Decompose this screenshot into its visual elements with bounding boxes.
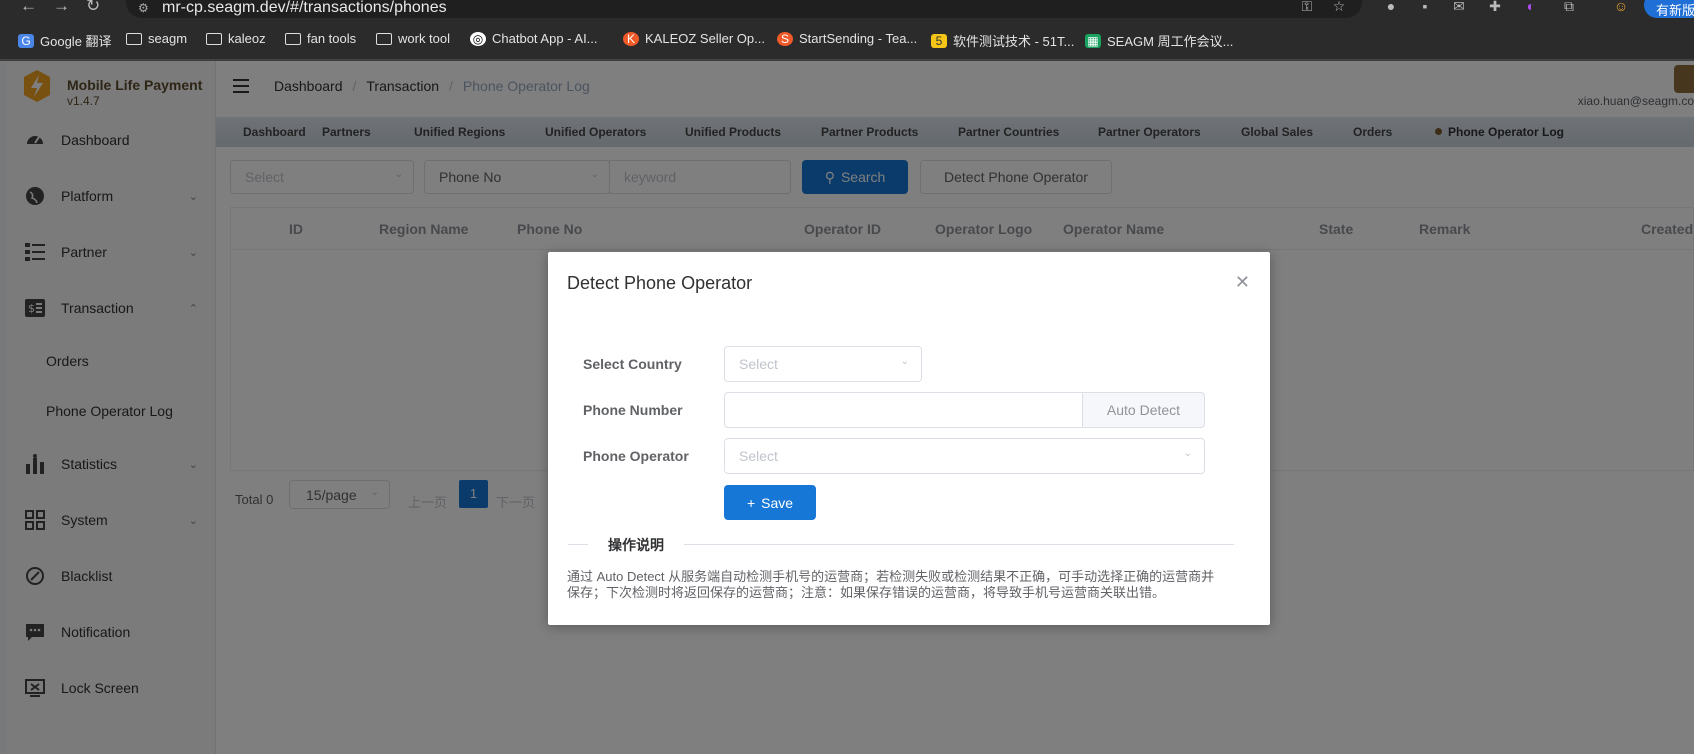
password-key-icon[interactable]: ⚿ xyxy=(1298,0,1316,14)
chevron-down-icon: ⌄ xyxy=(900,356,909,367)
chatbot-icon: ◎ xyxy=(470,31,486,46)
startsending-icon: S xyxy=(777,31,793,46)
bookmark-work-tool[interactable]: work tool xyxy=(376,31,450,46)
sheet-icon: ▦ xyxy=(1085,33,1101,48)
extensions-puzzle-icon[interactable]: ⧉ xyxy=(1560,0,1578,14)
bookmark-fan-tools[interactable]: fan tools xyxy=(285,31,356,46)
reload-icon[interactable]: ↻ xyxy=(86,0,100,16)
instructions-title: 操作说明 xyxy=(588,535,684,555)
google-translate-icon: G xyxy=(18,33,34,48)
bookmark-kaleoz[interactable]: kaleoz xyxy=(206,31,266,46)
extension-icon[interactable]: ◐ xyxy=(1522,0,1540,14)
51t-icon: 5 xyxy=(931,33,947,48)
bookmark-startsending[interactable]: S StartSending - Tea... xyxy=(777,31,917,46)
address-bar[interactable]: ⚙ mr-cp.seagm.dev/#/transactions/phones xyxy=(126,0,1362,18)
folder-icon xyxy=(376,32,392,45)
url-text: mr-cp.seagm.dev/#/transactions/phones xyxy=(162,0,447,16)
country-select[interactable]: Select ⌄ xyxy=(724,346,922,382)
browser-toolbar: ← → ↻ ⚙ mr-cp.seagm.dev/#/transactions/p… xyxy=(0,0,1694,20)
mail-icon[interactable]: ✉ xyxy=(1450,0,1468,14)
phone-operator-select[interactable]: Select ⌄ xyxy=(724,438,1205,474)
dialog-title: Detect Phone Operator xyxy=(567,273,753,293)
bookmark-seagm-weekly[interactable]: ▦ SEAGM 周工作会议... xyxy=(1085,31,1233,50)
bookmark-chatbot[interactable]: ◎ Chatbot App - AI... xyxy=(470,31,598,46)
close-icon[interactable]: ✕ xyxy=(1235,272,1250,293)
browser-update-button[interactable]: 有新版 xyxy=(1644,0,1694,18)
instructions-text: 通过 Auto Detect 从服务端自动检测手机号的运营商；若检测失败或检测结… xyxy=(567,569,1215,600)
kaleoz-icon: K xyxy=(623,31,639,46)
phone-operator-label: Phone Operator xyxy=(583,448,689,464)
folder-icon xyxy=(126,32,142,45)
forward-icon[interactable]: → xyxy=(53,0,70,16)
bookmark-seagm[interactable]: seagm xyxy=(126,31,187,46)
phone-number-label: Phone Number xyxy=(583,402,683,418)
extension-icon[interactable]: ✚ xyxy=(1486,0,1504,14)
bookmark-google-translate[interactable]: G Google 翻译 xyxy=(18,31,112,50)
select-country-label: Select Country xyxy=(583,356,682,372)
site-info-icon[interactable]: ⚙ xyxy=(138,0,149,16)
bookmark-star-icon[interactable]: ☆ xyxy=(1330,0,1348,14)
save-button[interactable]: + Save xyxy=(724,485,816,520)
auto-detect-button[interactable]: Auto Detect xyxy=(1083,392,1205,428)
plus-icon: + xyxy=(746,494,756,511)
back-icon[interactable]: ← xyxy=(20,0,37,16)
phone-number-input[interactable] xyxy=(724,392,1083,428)
detect-phone-operator-dialog: Detect Phone Operator ✕ Select Country S… xyxy=(548,252,1270,625)
folder-icon xyxy=(285,32,301,45)
bookmark-kaleoz-seller[interactable]: K KALEOZ Seller Op... xyxy=(623,31,765,46)
extension-icon[interactable]: ▪ xyxy=(1416,0,1434,14)
profile-avatar-icon[interactable]: ☺ xyxy=(1612,0,1630,14)
bookmarks-bar: G Google 翻译 seagm kaleoz fan tools work t… xyxy=(0,20,1694,60)
folder-icon xyxy=(206,32,222,45)
bookmark-51t[interactable]: 5 软件测试技术 - 51T... xyxy=(931,31,1074,50)
extension-icon[interactable]: ● xyxy=(1382,0,1400,14)
chevron-down-icon: ⌄ xyxy=(1183,448,1192,459)
